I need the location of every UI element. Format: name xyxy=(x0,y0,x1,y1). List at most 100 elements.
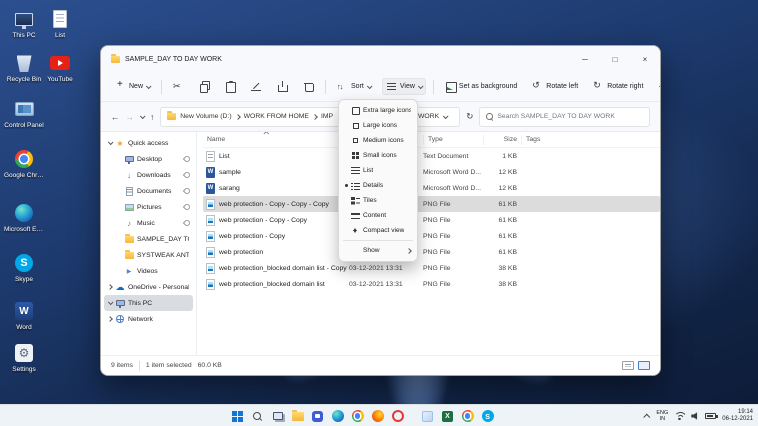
maximize-button[interactable]: □ xyxy=(600,46,630,72)
file-row[interactable]: web protection_blocked domain list 03-12… xyxy=(203,276,660,292)
desktop-icon-skype[interactable]: Skype xyxy=(4,252,44,283)
breadcrumb-item[interactable]: New Volume (D:) xyxy=(180,113,231,120)
file-row-selected[interactable]: web protection - Copy - Copy - Copy PNG … xyxy=(203,196,660,212)
chrome-button[interactable] xyxy=(350,409,365,424)
desktop-icon-chrome[interactable]: Google Chrome xyxy=(4,148,44,179)
sort-button[interactable]: Sort xyxy=(333,78,375,95)
sidebar-item-systweak-antivirus[interactable]: SYSTWEAK ANTIVI xyxy=(104,247,193,263)
sidebar-item-this-pc[interactable]: This PC xyxy=(104,295,193,311)
sidebar-item-quick-access[interactable]: Quick access xyxy=(104,135,193,151)
breadcrumb-item[interactable]: IMP xyxy=(321,113,333,120)
rotate-left-icon xyxy=(532,80,543,92)
menu-item-compact-view[interactable]: Compact view xyxy=(342,223,414,238)
opera-button[interactable] xyxy=(390,409,405,424)
sidebar-item-sample-day-to-day[interactable]: SAMPLE_DAY TO D xyxy=(104,231,193,247)
wifi-icon[interactable] xyxy=(674,412,686,420)
browser-icon xyxy=(461,410,474,422)
clock[interactable]: 19:14 06-12-2021 xyxy=(722,409,753,423)
desktop-icon-edge[interactable]: Microsoft Edge xyxy=(4,202,44,233)
menu-item-medium-icons[interactable]: Medium icons xyxy=(342,133,414,148)
volume-icon[interactable] xyxy=(691,412,698,420)
language-indicator[interactable]: ENG IN xyxy=(656,410,668,423)
paste-button[interactable] xyxy=(221,78,240,95)
view-button[interactable]: View xyxy=(381,78,426,95)
firefox-button[interactable] xyxy=(370,409,385,424)
sidebar-item-documents[interactable]: Documents xyxy=(104,183,193,199)
sidebar-item-videos[interactable]: Videos xyxy=(104,263,193,279)
menu-item-tiles[interactable]: Tiles xyxy=(342,193,414,208)
cut-button[interactable] xyxy=(169,78,188,95)
column-header-size[interactable]: Size xyxy=(483,134,521,145)
menu-item-list[interactable]: List xyxy=(342,163,414,178)
photos-button[interactable] xyxy=(420,409,435,424)
rotate-right-button[interactable]: Rotate right xyxy=(589,78,647,95)
sidebar-item-pictures[interactable]: Pictures xyxy=(104,199,193,215)
sidebar-item-downloads[interactable]: Downloads xyxy=(104,167,193,183)
sidebar-item-onedrive[interactable]: OneDrive - Personal xyxy=(104,279,193,295)
hidden-icons-chevron[interactable] xyxy=(643,413,651,421)
browser-button[interactable] xyxy=(460,409,475,424)
file-row[interactable]: web protection - Copy PNG File 61 KB xyxy=(203,228,660,244)
menu-item-extra-large-icons[interactable]: Extra large icons xyxy=(342,103,414,118)
desktop-icon-youtube[interactable]: YouTube xyxy=(40,52,80,83)
compact-view-icon xyxy=(351,226,360,235)
search-input[interactable] xyxy=(497,113,643,120)
file-row[interactable]: web protection_blocked domain list - Cop… xyxy=(203,260,660,276)
breadcrumb-item[interactable]: WORK FROM HOME xyxy=(244,113,309,120)
column-header-type[interactable]: Type xyxy=(423,134,483,145)
address-dropdown-chevron[interactable] xyxy=(442,112,449,119)
desktop-icon-control-panel[interactable]: Control Panel xyxy=(4,98,44,129)
back-button[interactable]: ← xyxy=(111,112,120,122)
skype-button[interactable] xyxy=(480,409,495,424)
thumbnail-view-toggle[interactable] xyxy=(638,361,650,370)
new-button[interactable]: New xyxy=(111,78,154,95)
desktop-icon-label: Settings xyxy=(12,366,36,373)
file-row[interactable]: sarang Microsoft Word D... 12 KB xyxy=(203,180,660,196)
menu-item-small-icons[interactable]: Small icons xyxy=(342,148,414,163)
task-view-button[interactable] xyxy=(270,409,285,424)
sidebar-item-desktop[interactable]: Desktop xyxy=(104,151,193,167)
desktop-icon-recycle-bin[interactable]: Recycle Bin xyxy=(4,52,44,83)
menu-item-content[interactable]: Content xyxy=(342,208,414,223)
title-bar[interactable]: SAMPLE_DAY TO DAY WORK ─ □ × xyxy=(101,46,660,72)
file-row[interactable]: List Text Document 1 KB xyxy=(203,148,660,164)
sidebar-label: SAMPLE_DAY TO D xyxy=(137,235,189,243)
sidebar-item-network[interactable]: Network xyxy=(104,311,193,327)
battery-icon[interactable] xyxy=(705,413,718,419)
desktop-icon-word[interactable]: Word xyxy=(4,300,44,331)
menu-item-large-icons[interactable]: Large icons xyxy=(342,118,414,133)
forward-button[interactable]: → xyxy=(126,112,135,122)
column-header-tags[interactable]: Tags xyxy=(521,134,561,145)
see-more-button[interactable]: ··· xyxy=(654,79,660,94)
file-row[interactable]: web protection PNG File 61 KB xyxy=(203,244,660,260)
desktop-icon-settings[interactable]: Settings xyxy=(4,342,44,373)
up-button[interactable]: ↑ xyxy=(150,112,154,122)
menu-item-show[interactable]: Show xyxy=(342,243,414,258)
rotate-left-button[interactable]: Rotate left xyxy=(528,78,582,95)
share-button[interactable] xyxy=(273,78,292,95)
minimize-button[interactable]: ─ xyxy=(570,46,600,72)
file-row[interactable]: sample Microsoft Word D... 12 KB xyxy=(203,164,660,180)
details-view-toggle[interactable] xyxy=(622,361,634,370)
file-explorer-button[interactable] xyxy=(290,409,305,424)
column-header-name[interactable]: Name xyxy=(203,132,349,145)
copy-button[interactable] xyxy=(195,78,214,95)
search-box[interactable] xyxy=(479,106,650,127)
desktop-icon-file[interactable]: List xyxy=(40,8,80,39)
file-row[interactable]: web protection - Copy - Copy PNG File 61… xyxy=(203,212,660,228)
close-button[interactable]: × xyxy=(630,46,660,72)
edge-button[interactable] xyxy=(330,409,345,424)
recent-locations-chevron[interactable] xyxy=(139,112,146,119)
desktop-icon-label: Recycle Bin xyxy=(6,76,42,83)
desktop-icon-this-pc[interactable]: This PC xyxy=(4,8,44,39)
delete-button[interactable] xyxy=(299,78,318,95)
refresh-button[interactable]: ↻ xyxy=(466,111,473,122)
start-button[interactable] xyxy=(230,409,245,424)
set-as-background-button[interactable]: Set as background xyxy=(441,78,521,95)
excel-button[interactable] xyxy=(440,409,455,424)
menu-item-details[interactable]: Details xyxy=(342,178,414,193)
taskbar-search-button[interactable] xyxy=(250,409,265,424)
sidebar-item-music[interactable]: Music xyxy=(104,215,193,231)
teams-chat-button[interactable] xyxy=(310,409,325,424)
rename-button[interactable] xyxy=(247,78,266,95)
